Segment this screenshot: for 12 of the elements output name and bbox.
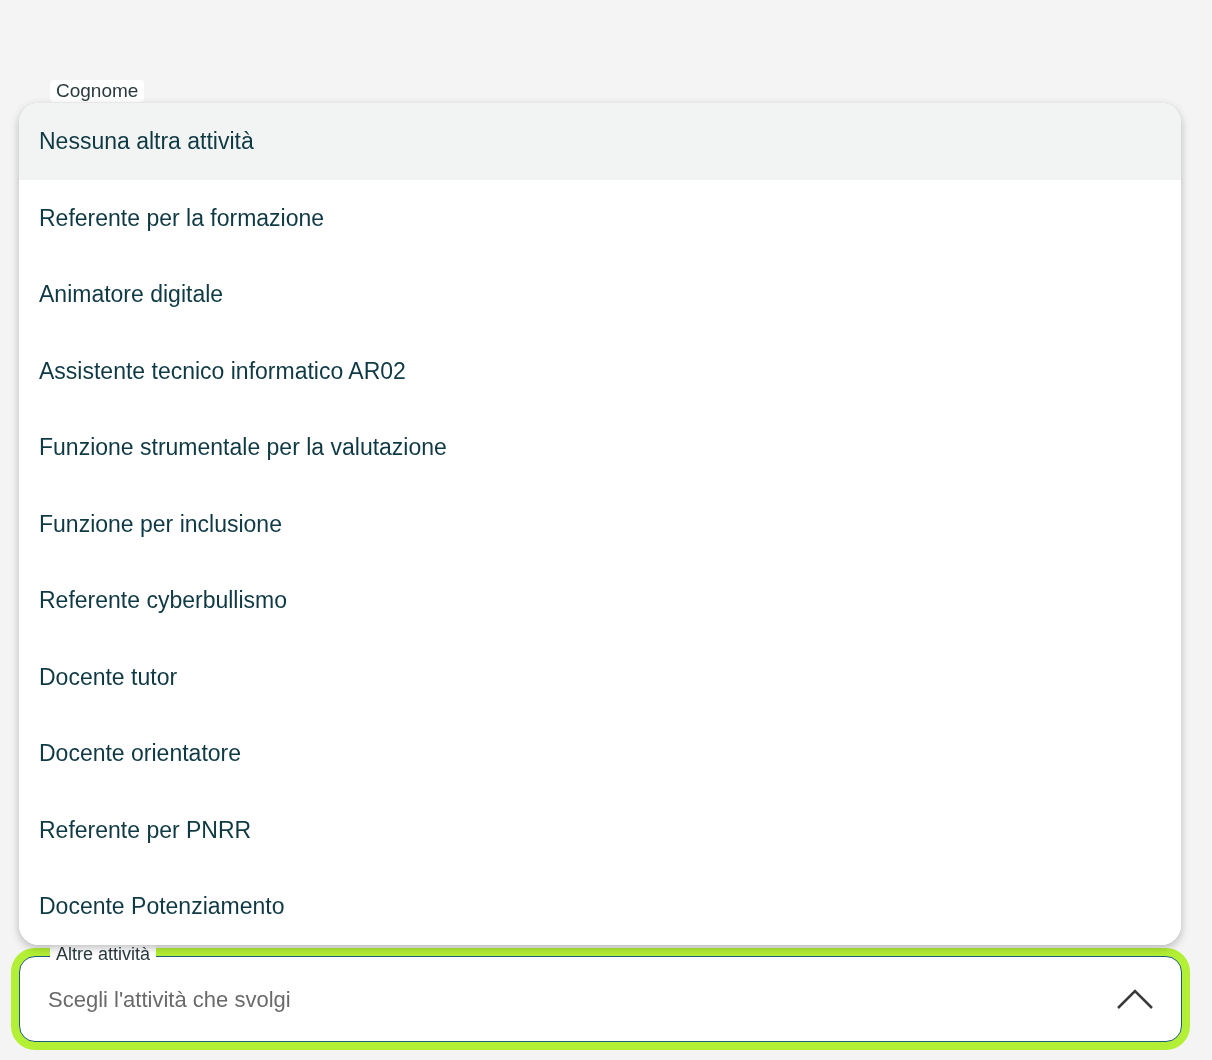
menu-option[interactable]: Funzione strumentale per la valutazione: [19, 409, 1181, 486]
menu-option[interactable]: Funzione per inclusione: [19, 485, 1181, 562]
menu-option[interactable]: Docente orientatore: [19, 715, 1181, 792]
menu-option[interactable]: Animatore digitale: [19, 256, 1181, 333]
menu-option[interactable]: Nessuna altra attività: [19, 103, 1181, 180]
menu-option[interactable]: Docente tutor: [19, 638, 1181, 715]
menu-option[interactable]: Assistente tecnico informatico AR02: [19, 332, 1181, 409]
menu-option[interactable]: Referente per PNRR: [19, 791, 1181, 868]
menu-option[interactable]: Referente cyberbullismo: [19, 562, 1181, 639]
menu-option[interactable]: Docente Potenziamento: [19, 868, 1181, 945]
field-label: Cognome: [50, 80, 145, 102]
menu-option[interactable]: Referente per la formazione: [19, 179, 1181, 256]
